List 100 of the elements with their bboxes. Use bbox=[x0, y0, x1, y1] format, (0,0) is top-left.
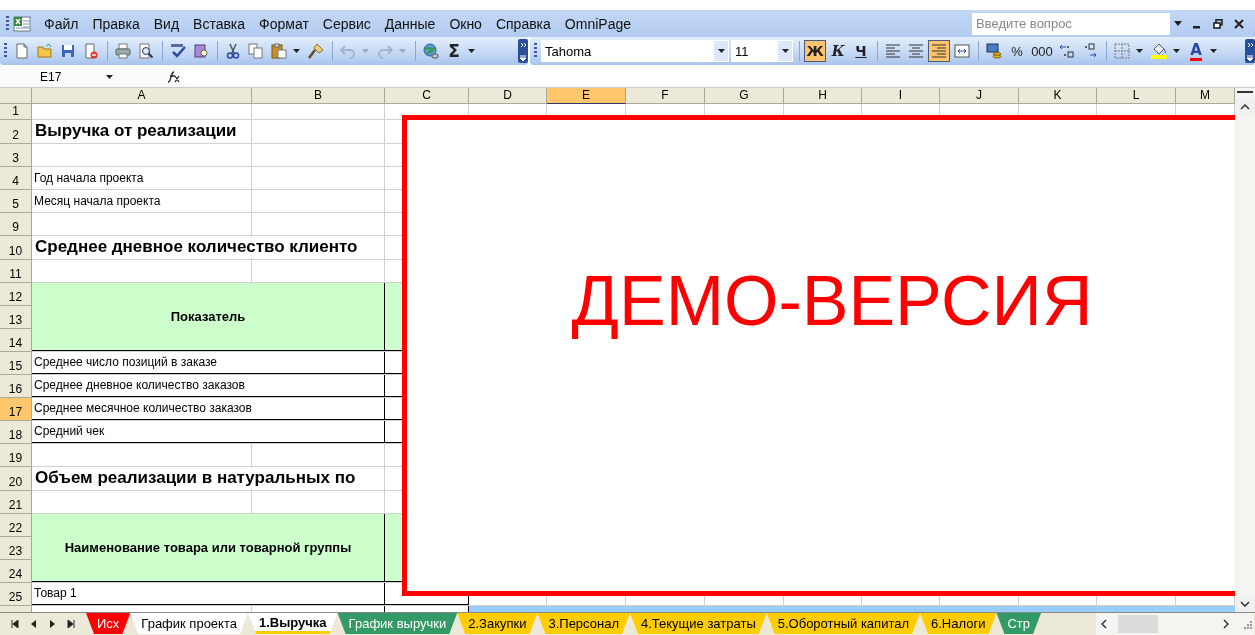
row-header[interactable]: 25 bbox=[0, 583, 32, 606]
toolbar-options-icon[interactable] bbox=[518, 39, 528, 63]
menu-item[interactable]: Вставка bbox=[188, 12, 251, 35]
menu-item[interactable]: Сервис bbox=[317, 12, 376, 35]
underline-button[interactable]: Ч bbox=[850, 40, 872, 62]
chevron-down-icon bbox=[1240, 601, 1250, 607]
column-header[interactable]: I bbox=[862, 88, 940, 104]
column-header[interactable]: J bbox=[940, 88, 1019, 104]
sheet-tab[interactable]: 1.Выручка bbox=[248, 613, 338, 634]
column-header[interactable]: F bbox=[626, 88, 705, 104]
caret-icon bbox=[717, 49, 725, 53]
row-header[interactable]: 5 bbox=[0, 190, 32, 213]
menu-item[interactable]: Окно bbox=[444, 12, 487, 35]
caret-icon[interactable] bbox=[468, 49, 475, 53]
scroll-up-button[interactable] bbox=[1235, 99, 1255, 115]
row-header[interactable]: 14 bbox=[0, 329, 32, 352]
last-sheet-icon[interactable] bbox=[66, 620, 75, 628]
sheet-tab[interactable]: Исх bbox=[86, 613, 131, 634]
sheet-tab[interactable]: 5.Оборотный капитал bbox=[766, 613, 921, 634]
row-header[interactable]: 12 bbox=[0, 283, 32, 306]
row-header[interactable]: 13 bbox=[0, 306, 32, 329]
function-icon[interactable] bbox=[167, 70, 181, 83]
column-header[interactable]: H bbox=[784, 88, 862, 104]
menu-item[interactable]: Вид bbox=[148, 12, 185, 35]
row-header[interactable]: 2 bbox=[0, 120, 32, 144]
caret-icon[interactable] bbox=[106, 74, 113, 79]
row-header[interactable]: 18 bbox=[0, 421, 32, 444]
font-color-button[interactable]: A bbox=[1185, 40, 1207, 62]
percent-button[interactable]: % bbox=[1006, 40, 1028, 62]
previous-sheet-icon[interactable] bbox=[29, 620, 38, 628]
sheet-tab[interactable]: График проекта bbox=[130, 613, 248, 634]
row-header[interactable]: 10 bbox=[0, 236, 32, 260]
caret-icon[interactable] bbox=[1136, 49, 1143, 53]
italic-button[interactable]: К bbox=[827, 40, 849, 62]
row-header[interactable]: 4 bbox=[0, 167, 32, 190]
caret-icon[interactable] bbox=[293, 49, 300, 53]
next-sheet-icon[interactable] bbox=[48, 620, 57, 628]
name-box[interactable]: E17 bbox=[6, 67, 102, 86]
menu-item[interactable]: Правка bbox=[87, 12, 145, 35]
sheet-tab[interactable]: 4.Текущие затраты bbox=[630, 613, 767, 634]
row-header[interactable]: 1 bbox=[0, 104, 32, 120]
formula-field[interactable] bbox=[185, 67, 1255, 86]
sheet-tab[interactable]: 3.Персонал bbox=[537, 613, 630, 634]
column-header[interactable]: L bbox=[1097, 88, 1176, 104]
hyperlink-button[interactable] bbox=[420, 40, 442, 62]
sheet-tab[interactable]: 6.Налоги bbox=[920, 613, 997, 634]
resize-grip-icon[interactable] bbox=[1234, 613, 1254, 635]
column-header[interactable]: K bbox=[1019, 88, 1097, 104]
row-header[interactable]: 17 bbox=[0, 398, 32, 421]
sheet-tab[interactable]: Стр bbox=[996, 613, 1042, 634]
column-header[interactable]: E bbox=[547, 88, 626, 104]
row-header[interactable]: 21 bbox=[0, 491, 32, 514]
caret-icon[interactable] bbox=[1173, 49, 1180, 53]
currency-button[interactable] bbox=[983, 40, 1005, 62]
menu-item[interactable]: Справка bbox=[490, 12, 556, 35]
paste-button[interactable] bbox=[268, 40, 290, 62]
folder-icon bbox=[37, 43, 53, 59]
menu-item[interactable]: Формат bbox=[254, 12, 314, 35]
caret-icon[interactable] bbox=[1210, 49, 1217, 53]
column-header[interactable]: B bbox=[252, 88, 385, 104]
close-icon[interactable] bbox=[1234, 18, 1244, 29]
bold-button[interactable]: Ж bbox=[804, 40, 826, 62]
menu-item[interactable]: Файл bbox=[39, 12, 84, 35]
column-header[interactable]: C bbox=[385, 88, 469, 104]
column-header[interactable]: A bbox=[32, 88, 252, 104]
menu-item[interactable]: Данные bbox=[379, 12, 441, 35]
scroll-thumb[interactable] bbox=[1118, 615, 1158, 633]
row-header[interactable]: 20 bbox=[0, 467, 32, 491]
first-sheet-icon[interactable] bbox=[11, 620, 20, 628]
column-header[interactable]: M bbox=[1176, 88, 1235, 104]
row-header[interactable]: 24 bbox=[0, 560, 32, 583]
column-header[interactable]: D bbox=[469, 88, 547, 104]
menu-item[interactable]: OmniPage bbox=[559, 12, 636, 35]
scroll-down-button[interactable] bbox=[1235, 596, 1255, 612]
row-header[interactable]: 22 bbox=[0, 514, 32, 537]
caret-icon bbox=[781, 49, 789, 53]
toolbar-options-icon[interactable] bbox=[1245, 39, 1255, 63]
spreadsheet-icon[interactable] bbox=[13, 15, 31, 32]
row-header[interactable]: 19 bbox=[0, 444, 32, 467]
column-header[interactable]: G bbox=[705, 88, 784, 104]
row-header[interactable]: 15 bbox=[0, 352, 32, 375]
restore-icon[interactable] bbox=[1213, 18, 1223, 29]
sheet-tab[interactable]: График выручки bbox=[337, 613, 458, 634]
sheet-tab[interactable]: 2.Закупки bbox=[457, 613, 538, 634]
table-header: Наименование товара или товарной группы bbox=[32, 514, 385, 582]
help-search-field[interactable]: Введите вопрос bbox=[972, 12, 1170, 35]
row-header[interactable]: 3 bbox=[0, 144, 32, 167]
print-button[interactable] bbox=[112, 40, 134, 62]
row-header[interactable]: 23 bbox=[0, 537, 32, 560]
sum-button[interactable]: Σ bbox=[443, 40, 465, 62]
row-header[interactable]: 16 bbox=[0, 375, 32, 398]
thousands-button[interactable]: 000 bbox=[1029, 40, 1055, 62]
row-header[interactable]: 11 bbox=[0, 260, 32, 283]
magnifier-icon bbox=[138, 43, 154, 59]
font-name-field[interactable]: Tahoma bbox=[541, 40, 729, 62]
chevron-right-icon bbox=[1223, 619, 1229, 629]
align-right-button[interactable] bbox=[928, 40, 950, 62]
caret-icon[interactable] bbox=[1174, 21, 1182, 26]
font-size-field[interactable]: 11 bbox=[731, 40, 793, 62]
row-header[interactable]: 9 bbox=[0, 213, 32, 236]
